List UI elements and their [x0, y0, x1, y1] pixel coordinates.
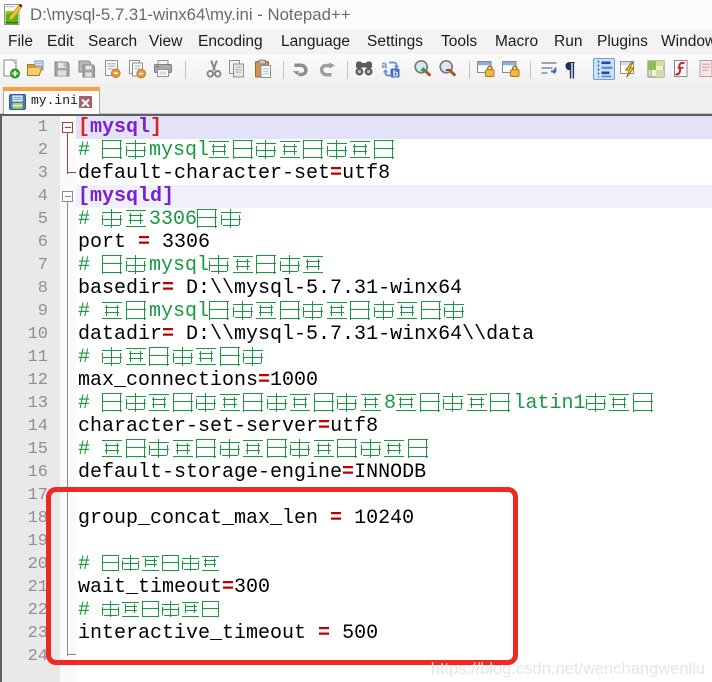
- svg-text:¶: ¶: [565, 59, 576, 79]
- svg-text:a: a: [382, 60, 388, 71]
- svg-text:b: b: [393, 68, 399, 78]
